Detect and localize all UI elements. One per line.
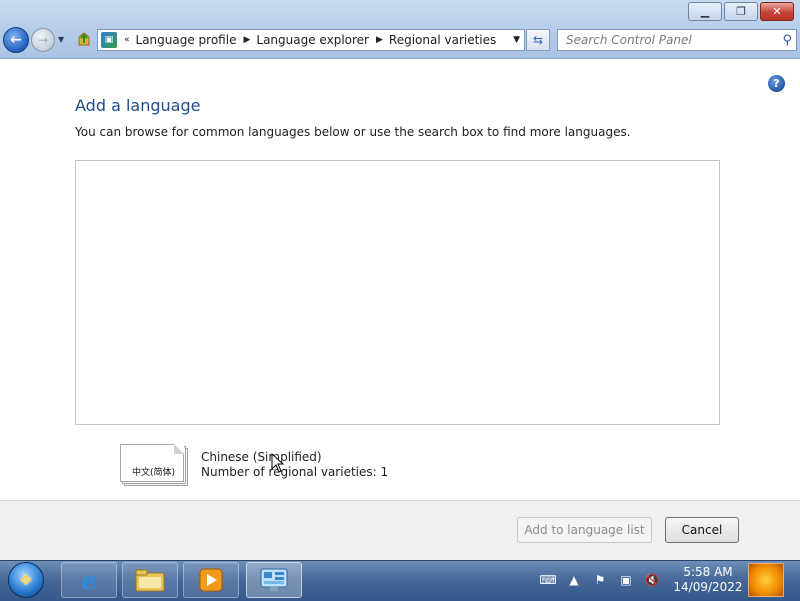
address-bar[interactable]: ▣ « Language profile ▶ Language explorer… — [97, 29, 525, 51]
clock-time: 5:58 AM — [683, 565, 733, 579]
volume-muted-icon[interactable]: 🔇 — [644, 572, 660, 588]
language-list[interactable] — [75, 160, 720, 425]
up-level-icon[interactable] — [75, 31, 93, 49]
control-panel-icon — [260, 568, 288, 591]
action-center-flag-icon[interactable]: ⚑ — [592, 572, 608, 588]
cancel-button[interactable]: Cancel — [665, 517, 739, 543]
taskbar-control-panel[interactable] — [246, 562, 302, 598]
page-title: Add a language — [75, 96, 201, 115]
page-description: You can browse for common languages belo… — [75, 125, 631, 139]
close-icon: ✕ — [772, 5, 782, 18]
breadcrumb-item-language-explorer[interactable]: Language explorer — [256, 33, 369, 47]
media-player-icon — [199, 568, 223, 592]
system-tray: ⌨ ▲ ⚑ ▣ 🔇 — [539, 562, 660, 598]
internet-explorer-icon: e — [81, 565, 97, 595]
chevron-down-icon[interactable]: ▼ — [513, 35, 520, 45]
chevron-right-icon[interactable]: ▶ — [243, 35, 250, 45]
show-hidden-icons-icon[interactable]: ▲ — [566, 572, 582, 588]
search-input[interactable] — [564, 32, 768, 48]
selected-language-detail: Number of regional varieties: 1 — [201, 465, 389, 479]
taskbar-clock[interactable]: 5:58 AM 14/09/2022 — [672, 565, 744, 595]
help-icon[interactable]: ? — [768, 75, 785, 92]
taskbar-internet-explorer[interactable]: e — [61, 562, 117, 598]
chevron-right-icon[interactable]: ▶ — [376, 35, 383, 45]
network-disconnected-icon[interactable]: ▣ — [618, 572, 634, 588]
minimize-button[interactable]: ▁ — [688, 2, 722, 21]
search-box[interactable]: ⚲ — [557, 29, 797, 51]
forward-arrow-icon: → — [37, 33, 49, 47]
windows-logo-icon: ❖ — [19, 571, 33, 589]
refresh-button[interactable]: ⇆ — [526, 29, 550, 51]
recent-pages-dropdown[interactable]: ▼ — [58, 35, 64, 44]
minimize-icon: ▁ — [700, 5, 710, 18]
search-icon[interactable]: ⚲ — [782, 33, 792, 48]
language-tile-glyphs: 中文(简体) — [132, 468, 176, 478]
back-button[interactable]: ← — [3, 27, 29, 53]
mouse-cursor-icon — [271, 452, 285, 473]
keyboard-icon[interactable]: ⌨ — [539, 572, 556, 588]
clock-date: 14/09/2022 — [673, 580, 743, 594]
start-button[interactable]: ❖ — [8, 562, 44, 598]
breadcrumb-item-regional-varieties[interactable]: Regional varieties — [389, 33, 496, 47]
caption-buttons: ▁ ❐ ✕ — [688, 2, 794, 21]
restore-icon: ❐ — [736, 5, 746, 18]
back-arrow-icon: ← — [10, 32, 22, 48]
show-desktop-button[interactable] — [748, 563, 784, 597]
taskbar-windows-explorer[interactable] — [122, 562, 178, 598]
forward-button[interactable]: → — [31, 28, 55, 52]
windows-explorer-icon — [135, 569, 165, 592]
breadcrumb-overflow[interactable]: « — [124, 35, 130, 45]
taskbar-media-player[interactable] — [183, 562, 239, 598]
language-tile-icon[interactable]: 中文(简体) — [120, 444, 190, 486]
close-button[interactable]: ✕ — [760, 2, 794, 21]
breadcrumb-item-language-profile[interactable]: Language profile — [136, 33, 237, 47]
add-to-language-list-button[interactable]: Add to language list — [517, 517, 652, 543]
restore-button[interactable]: ❐ — [724, 2, 758, 21]
control-panel-icon: ▣ — [101, 32, 117, 48]
refresh-icon: ⇆ — [532, 33, 544, 47]
selected-language-name[interactable]: Chinese (Simplified) — [201, 450, 322, 464]
